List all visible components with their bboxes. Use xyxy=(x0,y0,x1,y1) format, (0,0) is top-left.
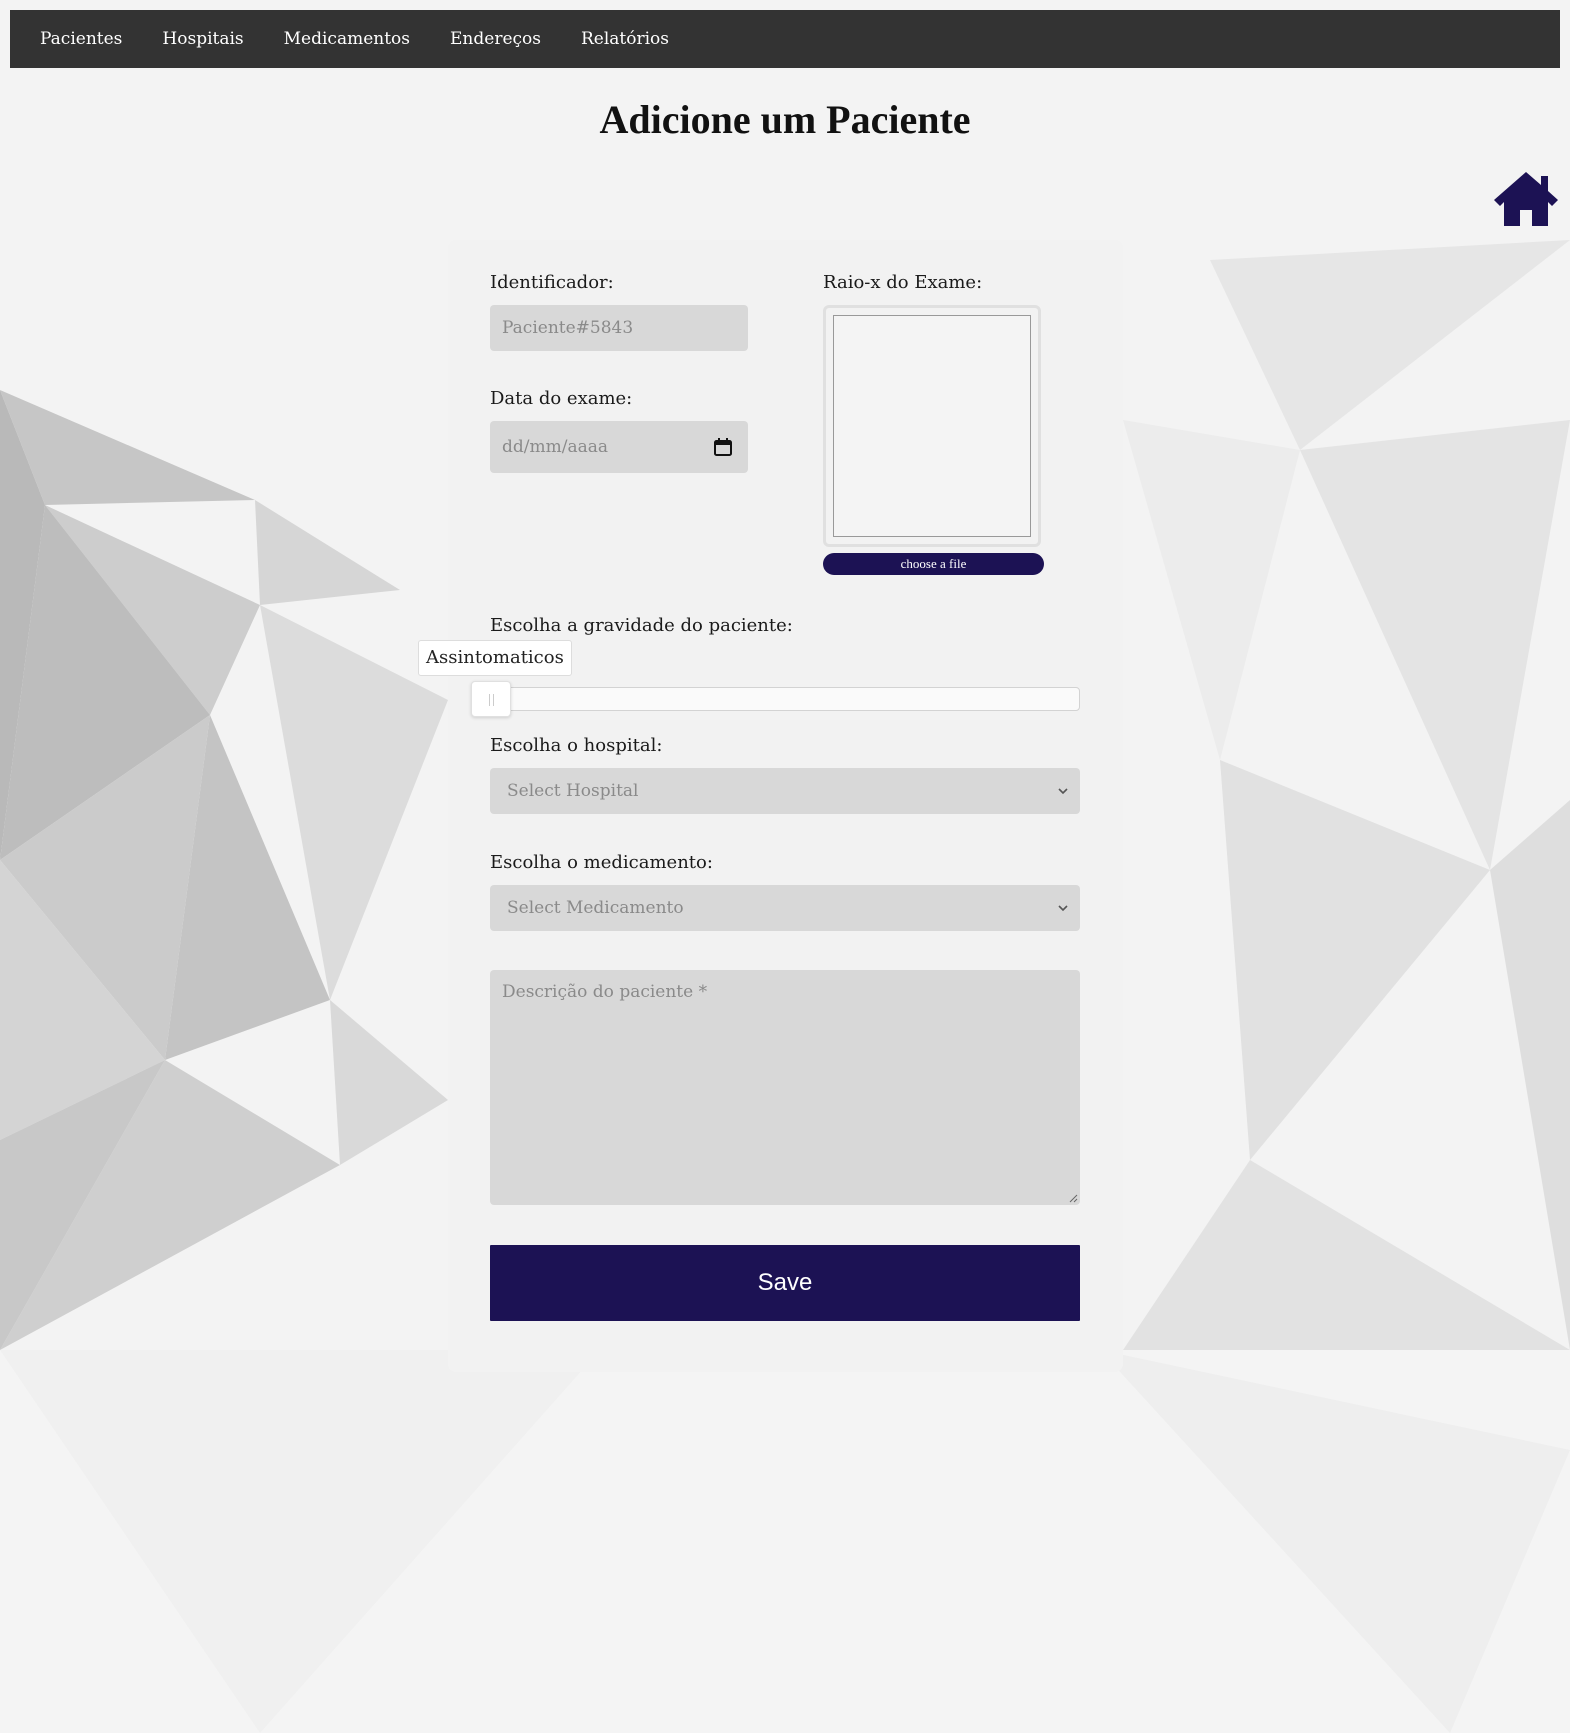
xray-image-placeholder xyxy=(833,315,1031,537)
severity-slider-track[interactable] xyxy=(490,687,1080,711)
exam-date-label: Data do exame: xyxy=(490,388,633,409)
hospital-select-value: Select Hospital xyxy=(507,781,639,801)
nav-link-medicamentos[interactable]: Medicamentos xyxy=(264,29,430,49)
medication-select-value: Select Medicamento xyxy=(507,898,684,918)
hospital-select[interactable]: Select Hospital xyxy=(490,768,1080,814)
exam-date-input[interactable]: dd/mm/aaaa xyxy=(490,421,748,473)
hospital-label: Escolha o hospital: xyxy=(490,735,663,756)
severity-label: Escolha a gravidade do paciente: xyxy=(490,615,793,636)
nav-link-relatorios[interactable]: Relatórios xyxy=(561,29,689,49)
nav-link-hospitais[interactable]: Hospitais xyxy=(142,29,263,49)
severity-value-tooltip: Assintomaticos xyxy=(418,640,572,676)
page-title: Adicione um Paciente xyxy=(599,97,971,142)
description-textarea[interactable]: Descrição do paciente * xyxy=(490,970,1080,1205)
nav-link-pacientes[interactable]: Pacientes xyxy=(20,29,142,49)
calendar-icon[interactable] xyxy=(713,437,733,457)
description-placeholder: Descrição do paciente * xyxy=(502,982,708,1002)
xray-preview xyxy=(823,305,1041,547)
xray-label: Raio-x do Exame: xyxy=(823,272,983,293)
top-navbar: Pacientes Hospitais Medicamentos Endereç… xyxy=(10,10,1560,68)
chevron-down-icon xyxy=(1058,905,1068,912)
medication-label: Escolha o medicamento: xyxy=(490,852,713,873)
nav-link-enderecos[interactable]: Endereços xyxy=(430,29,561,49)
save-button[interactable]: Save xyxy=(490,1245,1080,1321)
choose-file-button[interactable]: choose a file xyxy=(823,553,1044,575)
severity-slider-handle[interactable] xyxy=(471,681,511,717)
identifier-label: Identificador: xyxy=(490,272,614,293)
home-icon[interactable] xyxy=(1492,170,1560,226)
medication-select[interactable]: Select Medicamento xyxy=(490,885,1080,931)
chevron-down-icon xyxy=(1058,788,1068,795)
patient-form-card: Identificador: Paciente#5843 Data do exa… xyxy=(418,240,1123,1372)
identifier-input[interactable]: Paciente#5843 xyxy=(490,305,748,351)
exam-date-placeholder: dd/mm/aaaa xyxy=(502,437,609,457)
resize-grip-icon[interactable] xyxy=(1068,1193,1078,1203)
